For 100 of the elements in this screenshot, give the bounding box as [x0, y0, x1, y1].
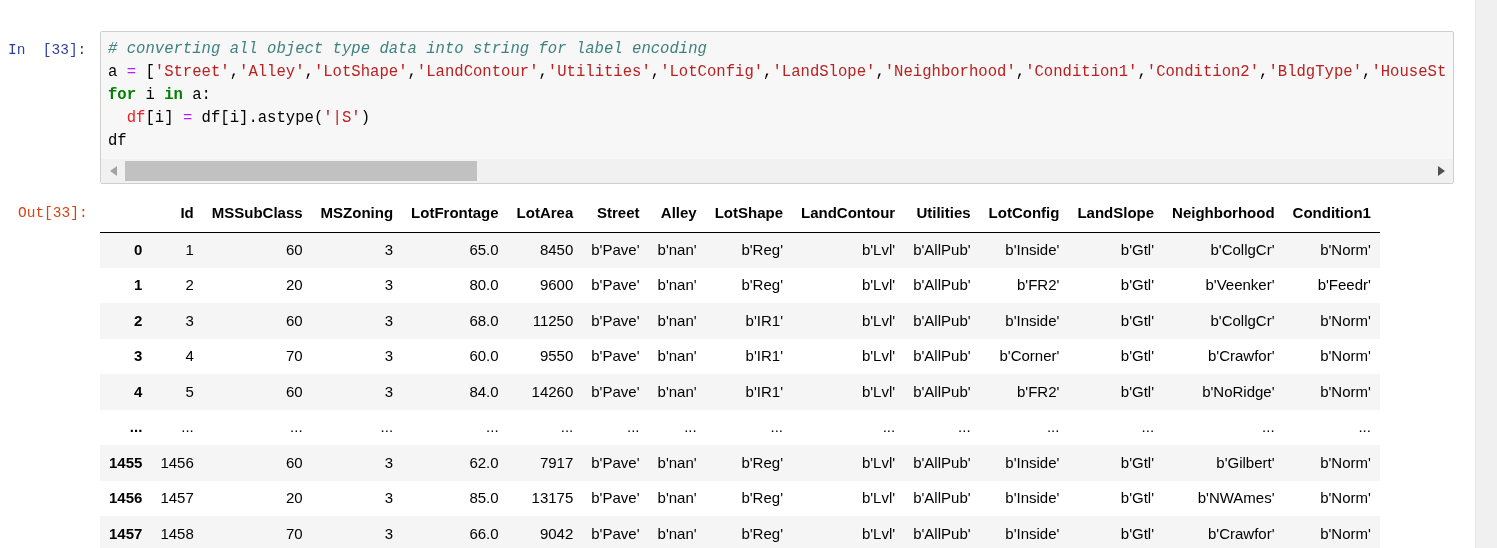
table-cell: 4 [151, 338, 203, 374]
table-cell: b'Inside' [979, 232, 1069, 268]
row-index: 2 [100, 303, 152, 339]
table-cell: ... [1163, 409, 1284, 445]
input-prompt: In [33]: [7, 41, 88, 60]
table-cell: 3 [311, 516, 403, 548]
table-cell: 11250 [507, 303, 583, 339]
table-cell: 2 [151, 267, 203, 303]
table-cell: b'nan' [648, 338, 706, 374]
table-cell: b'AllPub' [904, 516, 980, 548]
table-cell: b'Pave' [582, 516, 649, 548]
table-cell: 62.0 [402, 445, 508, 481]
table-cell: b'AllPub' [904, 445, 980, 481]
table-cell: b'Lvl' [792, 480, 905, 516]
scrollbar-thumb[interactable] [125, 161, 478, 181]
table-cell: ... [202, 409, 312, 445]
table-cell: 85.0 [402, 480, 508, 516]
table-cell: 68.0 [402, 303, 508, 339]
table-cell: ... [979, 409, 1069, 445]
table-cell: 3 [311, 232, 403, 268]
table-cell: 65.0 [402, 232, 508, 268]
table-cell: b'Gtl' [1068, 445, 1164, 481]
table-cell: 3 [311, 338, 403, 374]
table-cell: 1 [151, 232, 203, 268]
table-cell: b'nan' [648, 445, 706, 481]
table-cell: b'Pave' [582, 445, 649, 481]
code-line: for i in a: [108, 85, 212, 106]
row-index: ... [100, 409, 152, 445]
column-header: LotConfig [979, 194, 1069, 232]
table-cell: b'AllPub' [904, 338, 980, 374]
table-cell: b'Gtl' [1068, 480, 1164, 516]
table-cell: 60 [202, 374, 312, 410]
table-cell: ... [582, 409, 649, 445]
page-scrollbar[interactable] [1475, 0, 1497, 548]
table-cell: ... [151, 409, 203, 445]
row-index: 1457 [100, 516, 152, 548]
table-cell: b'Inside' [979, 445, 1069, 481]
column-header: LandContour [792, 194, 905, 232]
table-cell: b'AllPub' [904, 303, 980, 339]
table-cell: 20 [202, 267, 312, 303]
row-index: 1 [100, 267, 152, 303]
column-header: LotShape [705, 194, 792, 232]
table-cell: b'Crawfor' [1163, 516, 1284, 548]
row-index: 3 [100, 338, 152, 374]
column-header: MSSubClass [202, 194, 312, 232]
table-cell: 14260 [507, 374, 583, 410]
table-cell: b'FR2' [979, 267, 1069, 303]
table-cell: b'FR2' [979, 374, 1069, 410]
table-cell: b'nan' [648, 303, 706, 339]
table-cell: 1458 [151, 516, 203, 548]
table-cell: b'Gtl' [1068, 516, 1164, 548]
row-index: 0 [100, 232, 152, 268]
table-cell: b'Norm' [1283, 516, 1380, 548]
column-header: Id [151, 194, 203, 232]
table-cell: b'nan' [648, 374, 706, 410]
column-header: Alley [648, 194, 706, 232]
table-cell: b'CollgCr' [1163, 303, 1284, 339]
table-cell: 3 [311, 480, 403, 516]
horizontal-scrollbar[interactable] [101, 159, 1453, 183]
table-cell: 13175 [507, 480, 583, 516]
table-cell: b'AllPub' [904, 480, 980, 516]
table-cell: 3 [311, 267, 403, 303]
table-cell: b'Reg' [705, 516, 792, 548]
table-cell: ... [1283, 409, 1380, 445]
row-index: 4 [100, 374, 152, 410]
row-index: 1455 [100, 445, 152, 481]
table-cell: ... [792, 409, 905, 445]
table-cell: b'IR1' [705, 303, 792, 339]
scroll-right-icon[interactable] [1437, 166, 1445, 176]
table-cell: b'Norm' [1283, 374, 1380, 410]
table-cell: 1456 [151, 445, 203, 481]
table-cell: b'AllPub' [904, 267, 980, 303]
table-cell: ... [904, 409, 980, 445]
code-line: df [108, 131, 128, 152]
column-header: LotFrontage [402, 194, 508, 232]
table-cell: b'Crawfor' [1163, 338, 1284, 374]
scroll-left-icon[interactable] [109, 166, 117, 176]
code-cell[interactable] [100, 31, 1454, 184]
table-cell: 5 [151, 374, 203, 410]
table-cell: ... [648, 409, 706, 445]
table-cell: 3 [311, 374, 403, 410]
table-cell: b'Lvl' [792, 338, 905, 374]
table-cell: b'IR1' [705, 338, 792, 374]
table-cell: 3 [151, 303, 203, 339]
table-cell: ... [402, 409, 508, 445]
table-cell: 1457 [151, 480, 203, 516]
table-cell: b'Gtl' [1068, 232, 1164, 268]
table-cell: b'AllPub' [904, 232, 980, 268]
table-cell: 20 [202, 480, 312, 516]
table-cell: 3 [311, 303, 403, 339]
table-cell: 66.0 [402, 516, 508, 548]
table-cell: ... [1068, 409, 1164, 445]
table-cell: b'NoRidge' [1163, 374, 1284, 410]
table-cell: b'Norm' [1283, 303, 1380, 339]
table-cell: b'Norm' [1283, 480, 1380, 516]
table-cell: b'Lvl' [792, 445, 905, 481]
table-cell: b'Gtl' [1068, 303, 1164, 339]
table-cell: b'Gtl' [1068, 374, 1164, 410]
table-cell: 70 [202, 338, 312, 374]
table-cell: b'Pave' [582, 232, 649, 268]
